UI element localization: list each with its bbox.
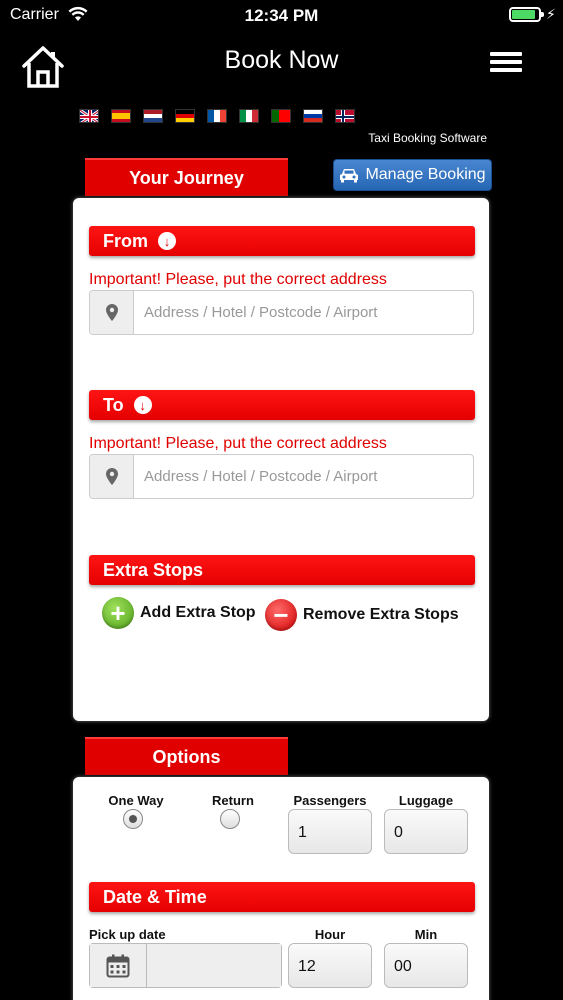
- portuguese-flag[interactable]: [271, 109, 291, 123]
- remove-extra-stops-button[interactable]: − Remove Extra Stops: [265, 599, 459, 631]
- passengers-select[interactable]: 1: [288, 809, 372, 854]
- calendar-icon[interactable]: [90, 944, 147, 987]
- italian-flag[interactable]: [239, 109, 259, 123]
- date-time-header: Date & Time: [89, 882, 475, 912]
- arrow-down-icon[interactable]: ↓: [158, 232, 176, 250]
- luggage-select[interactable]: 0: [384, 809, 468, 854]
- min-select[interactable]: 00: [384, 943, 468, 988]
- return-label: Return: [212, 793, 254, 808]
- spanish-flag[interactable]: [111, 109, 131, 123]
- pickup-date-label: Pick up date: [89, 927, 166, 942]
- language-selector: [79, 109, 355, 123]
- tab-options: Options: [85, 737, 288, 775]
- tab-your-journey: Your Journey: [85, 158, 288, 196]
- hour-label: Hour: [314, 927, 346, 942]
- hour-select[interactable]: 12: [288, 943, 372, 988]
- to-label: To: [103, 395, 124, 415]
- location-pin-icon: [90, 455, 134, 498]
- manage-booking-label: Manage Booking: [365, 166, 486, 183]
- extra-stops-label: Extra Stops: [103, 560, 204, 580]
- car-icon: [340, 169, 359, 183]
- from-warning: Important! Please, put the correct addre…: [89, 271, 387, 288]
- to-warning: Important! Please, put the correct addre…: [89, 435, 387, 452]
- from-address-input[interactable]: [134, 291, 473, 334]
- from-header: From ↓: [89, 226, 475, 256]
- minus-icon: −: [265, 599, 297, 631]
- clock: 12:34 PM: [244, 6, 319, 25]
- from-label: From: [103, 231, 148, 251]
- norwegian-flag[interactable]: [335, 109, 355, 123]
- pickup-date-value[interactable]: [147, 944, 281, 987]
- one-way-radio[interactable]: [123, 809, 143, 829]
- location-pin-icon: [90, 291, 134, 334]
- to-address-field: [89, 454, 474, 499]
- extra-stops-header: Extra Stops: [89, 555, 475, 585]
- charging-icon: ⚡: [546, 6, 556, 22]
- arrow-down-icon[interactable]: ↓: [133, 396, 152, 414]
- to-address-input[interactable]: [134, 455, 473, 498]
- dutch-flag[interactable]: [143, 109, 163, 123]
- french-flag[interactable]: [207, 109, 227, 123]
- return-radio[interactable]: [220, 809, 240, 829]
- russian-flag[interactable]: [303, 109, 323, 123]
- add-extra-stop-label: Add Extra Stop: [140, 604, 256, 621]
- min-label: Min: [414, 927, 438, 942]
- hamburger-menu-icon[interactable]: [490, 52, 522, 74]
- remove-extra-stops-label: Remove Extra Stops: [303, 606, 459, 623]
- to-header: To ↓: [89, 390, 475, 420]
- brand-tagline: Taxi Booking Software: [368, 131, 487, 145]
- passengers-label: Passengers: [293, 793, 367, 808]
- english-flag[interactable]: [79, 109, 99, 123]
- from-address-field: [89, 290, 474, 335]
- add-extra-stop-button[interactable]: + Add Extra Stop: [102, 597, 256, 629]
- date-time-label: Date & Time: [103, 887, 207, 907]
- luggage-label: Luggage: [398, 793, 454, 808]
- one-way-label: One Way: [108, 793, 164, 808]
- plus-icon: +: [102, 597, 134, 629]
- page-title: Book Now: [224, 46, 339, 74]
- manage-booking-button[interactable]: Manage Booking: [333, 159, 492, 191]
- pickup-date-field[interactable]: [89, 943, 282, 988]
- status-bar: Carrier 12:34 PM ⚡: [0, 0, 563, 30]
- german-flag[interactable]: [175, 109, 195, 123]
- battery-icon: [509, 7, 544, 22]
